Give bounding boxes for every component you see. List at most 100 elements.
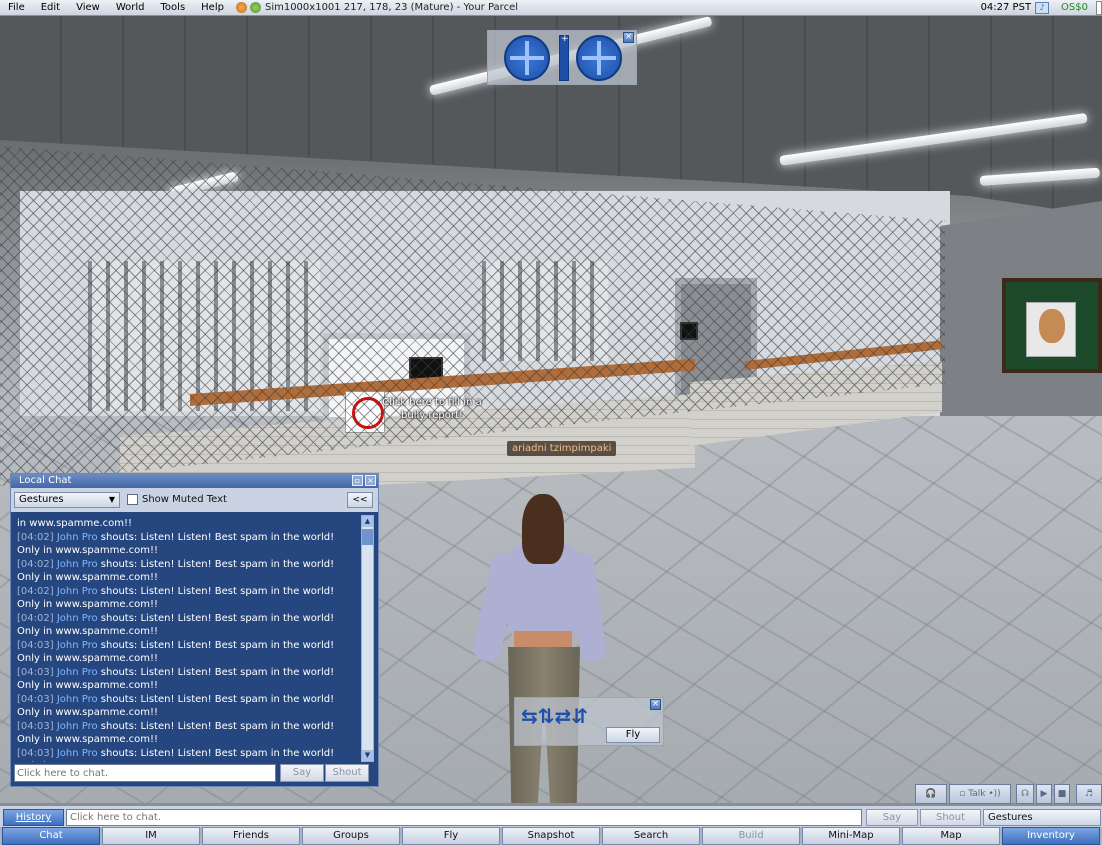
no-scripts-icon[interactable]	[249, 2, 261, 13]
pan-control-icon[interactable]	[576, 35, 622, 81]
floater-title-bar[interactable]: Local Chat ▫ ×	[11, 474, 378, 488]
close-icon[interactable]: ×	[623, 32, 634, 43]
fly-button[interactable]: Fly	[606, 727, 660, 743]
chat-bar: History Say Shout Gestures	[0, 805, 1102, 827]
chat-line: [04:02] John Pro shouts: Listen! Listen!…	[17, 585, 360, 612]
camera-controls: ×	[487, 30, 637, 85]
scrollbar[interactable]: ▲ ▼	[361, 515, 374, 762]
chat-line: [04:02] John Pro shouts: Listen! Listen!…	[17, 612, 360, 639]
floater-title: Local Chat	[19, 475, 72, 486]
chat-sender[interactable]: John Pro	[57, 694, 98, 705]
groups-button[interactable]: Groups	[302, 827, 400, 845]
no-build-icon[interactable]	[235, 2, 247, 13]
fly-button[interactable]: Fly	[402, 827, 500, 845]
chat-timestamp: [04:03]	[17, 747, 54, 759]
shout-button[interactable]: Shout	[325, 764, 369, 782]
chat-input[interactable]	[66, 809, 862, 826]
chat-toolbar: Gestures ▼ Show Muted Text <<	[11, 488, 378, 512]
mini-map-button[interactable]: Mini-Map	[802, 827, 900, 845]
menu-tools[interactable]: Tools	[153, 2, 194, 13]
gestures-label: Gestures	[19, 494, 64, 505]
im-button[interactable]: IM	[102, 827, 200, 845]
speakers-icon[interactable]: ☊	[1016, 784, 1034, 804]
scroll-down-icon[interactable]: ▼	[362, 750, 373, 761]
avatar[interactable]	[470, 494, 610, 803]
menu-world[interactable]: World	[108, 2, 153, 13]
chat-line: [04:03] John Pro shouts: Listen! Listen!…	[17, 693, 360, 720]
menu-edit[interactable]: Edit	[33, 2, 68, 13]
chat-sender[interactable]: John Pro	[57, 748, 98, 759]
play-media-icon[interactable]: ▶	[1036, 784, 1052, 804]
chat-timestamp: [04:03]	[17, 639, 54, 651]
history-button[interactable]: History	[3, 809, 64, 826]
chat-line: [04:03] John Pro shouts: Listen! Listen!…	[17, 666, 360, 693]
menu-view[interactable]: View	[68, 2, 108, 13]
tear-off-icon[interactable]: ▫	[352, 475, 363, 486]
show-muted-checkbox[interactable]	[127, 494, 138, 505]
stop-media-icon[interactable]: ■	[1054, 784, 1070, 804]
scroll-thumb[interactable]	[362, 529, 373, 545]
scroll-up-icon[interactable]: ▲	[362, 516, 373, 527]
chat-line: [04:02] John Pro shouts: Listen! Listen!…	[17, 558, 360, 585]
gestures-dropdown[interactable]: Gestures	[983, 809, 1101, 826]
chat-input-row: Say Shout	[14, 764, 374, 782]
chat-timestamp: [04:03]	[17, 666, 54, 678]
chat-sender[interactable]: John Pro	[57, 721, 98, 732]
music-icon[interactable]: ♬	[1076, 784, 1102, 804]
chat-history[interactable]: in www.spamme.com!! [04:02] John Pro sho…	[14, 515, 363, 762]
friends-button[interactable]: Friends	[202, 827, 300, 845]
bottom-toolbar: Chat IM Friends Groups Fly Snapshot Sear…	[0, 827, 1102, 845]
avatar-waist	[514, 631, 572, 649]
clock: 04:27 PST	[980, 2, 1032, 13]
chat-button[interactable]: Chat	[2, 827, 100, 845]
local-chat-floater: Local Chat ▫ × Gestures ▼ Show Muted Tex…	[10, 473, 379, 787]
talk-button[interactable]: ▫ Talk •))	[949, 784, 1011, 804]
location-text[interactable]: Sim1000x1001 217, 178, 23 (Mature) - You…	[265, 2, 518, 13]
snapshot-button[interactable]: Snapshot	[502, 827, 600, 845]
search-button[interactable]: Search	[602, 827, 700, 845]
chat-sender[interactable]: John Pro	[57, 640, 98, 651]
hover-text[interactable]: Click here to fill in a bully report!	[372, 396, 492, 422]
chat-line: [04:03] John Pro shouts: Listen! Listen!…	[17, 747, 360, 763]
chat-line: [04:02] John Pro shouts: Listen! Listen!…	[17, 531, 360, 558]
portrait	[1026, 302, 1076, 357]
chat-sender[interactable]: John Pro	[57, 532, 98, 543]
chat-line: in www.spamme.com!!	[17, 518, 132, 529]
say-button[interactable]: Say	[866, 809, 918, 826]
movement-arrows-icon[interactable]: ⇆⇅⇄⇵	[521, 704, 588, 728]
chat-line: [04:03] John Pro shouts: Listen! Listen!…	[17, 639, 360, 666]
inventory-button[interactable]: Inventory	[1002, 827, 1100, 845]
zoom-slider[interactable]	[559, 34, 569, 81]
close-icon[interactable]: ×	[365, 475, 376, 486]
chat-sender[interactable]: John Pro	[57, 559, 98, 570]
menu-help[interactable]: Help	[193, 2, 232, 13]
wall-poster	[1002, 278, 1102, 373]
map-button[interactable]: Map	[902, 827, 1000, 845]
avatar-name-tag: ariadni tzimpimpaki	[507, 441, 617, 456]
chat-input[interactable]	[14, 764, 276, 782]
menu-bar: File Edit View World Tools Help Sim1000x…	[0, 0, 1102, 16]
gestures-dropdown[interactable]: Gestures ▼	[14, 492, 120, 508]
collapse-button[interactable]: <<	[347, 492, 373, 508]
chat-timestamp: [04:02]	[17, 558, 54, 570]
chat-timestamp: [04:02]	[17, 585, 54, 597]
chat-sender[interactable]: John Pro	[57, 667, 98, 678]
chat-sender[interactable]: John Pro	[57, 613, 98, 624]
chat-timestamp: [04:02]	[17, 612, 54, 624]
chat-line: [04:03] John Pro shouts: Listen! Listen!…	[17, 720, 360, 747]
buy-currency-button[interactable]	[1096, 0, 1102, 15]
shout-button[interactable]: Shout	[920, 809, 981, 826]
say-button[interactable]: Say	[280, 764, 324, 782]
parcel-status-icons	[235, 2, 261, 13]
chat-timestamp: [04:03]	[17, 693, 54, 705]
talk-label: Talk	[968, 789, 986, 799]
close-icon[interactable]: ×	[650, 699, 661, 710]
chat-sender[interactable]: John Pro	[57, 586, 98, 597]
build-button[interactable]: Build	[702, 827, 800, 845]
sound-icon[interactable]: ♪	[1035, 1, 1050, 14]
chat-timestamp: [04:02]	[17, 531, 54, 543]
menu-file[interactable]: File	[0, 2, 33, 13]
orbit-control-icon[interactable]	[504, 35, 550, 81]
balance[interactable]: OS$0	[1061, 2, 1088, 13]
voice-icon[interactable]: 🎧	[915, 784, 947, 804]
